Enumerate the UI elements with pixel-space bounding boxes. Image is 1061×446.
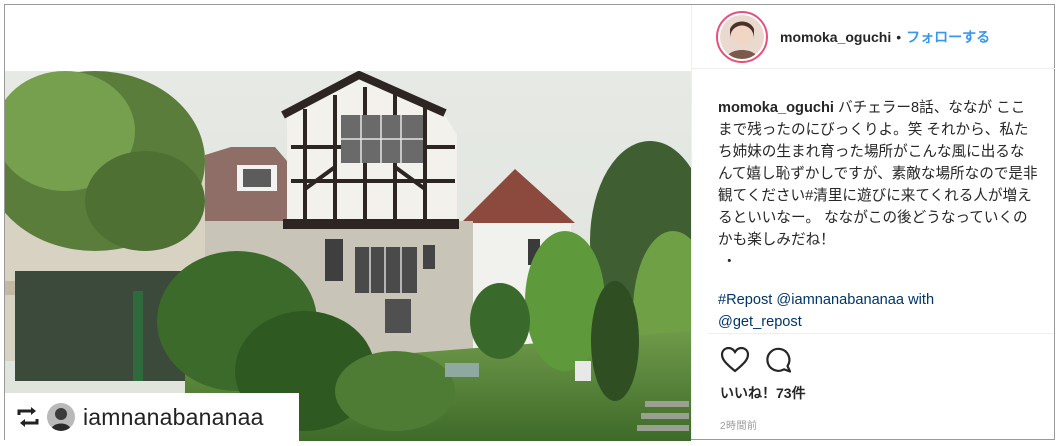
- post-timestamp[interactable]: 2時間前: [720, 417, 758, 432]
- likes-count[interactable]: いいね！73件: [720, 383, 806, 403]
- header-separator: •: [896, 28, 902, 45]
- story-ring[interactable]: [716, 10, 768, 63]
- heart-outline-icon[interactable]: [720, 345, 750, 375]
- repost-username: iamnanabananaa: [83, 403, 264, 430]
- post-actions: [720, 345, 794, 375]
- caption-text: バチェラー8話、ななが ここまで残ったのにびっくりよ。笑 それから、私たち姉妹の…: [718, 100, 1038, 248]
- with-word: with: [904, 292, 935, 308]
- tudor-house-photo: [5, 71, 691, 441]
- repost-arrows-icon: [15, 404, 41, 430]
- hashtag-repost[interactable]: #Repost: [718, 292, 772, 308]
- author-avatar: [720, 14, 764, 59]
- caption-tags: #Repost @iamnanabananaa with @get_repost: [718, 289, 1038, 333]
- post-caption: momoka_oguchi バチェラー8話、ななが ここまで残ったのにびっくりよ…: [718, 97, 1038, 273]
- post-photo[interactable]: iamnanabananaa: [5, 71, 691, 441]
- instagram-post-embed: iamnanabananaa momoka_oguchi • フォローする mo…: [4, 4, 1055, 441]
- mention-get-repost[interactable]: @get_repost: [718, 314, 802, 330]
- mention-iamnanabananaa[interactable]: @iamnanabananaa: [776, 292, 904, 308]
- follow-button[interactable]: フォローする: [906, 27, 990, 47]
- divider: [708, 333, 1053, 334]
- repost-user-avatar: [47, 403, 75, 431]
- post-header: momoka_oguchi • フォローする: [692, 5, 1055, 69]
- comment-bubble-icon[interactable]: [764, 345, 794, 375]
- repost-badge[interactable]: iamnanabananaa: [5, 393, 299, 441]
- caption-bullet: ・: [722, 254, 737, 270]
- author-username[interactable]: momoka_oguchi: [780, 29, 891, 45]
- caption-username[interactable]: momoka_oguchi: [718, 100, 834, 116]
- post-sidebar: momoka_oguchi • フォローする momoka_oguchi バチェ…: [691, 5, 1055, 439]
